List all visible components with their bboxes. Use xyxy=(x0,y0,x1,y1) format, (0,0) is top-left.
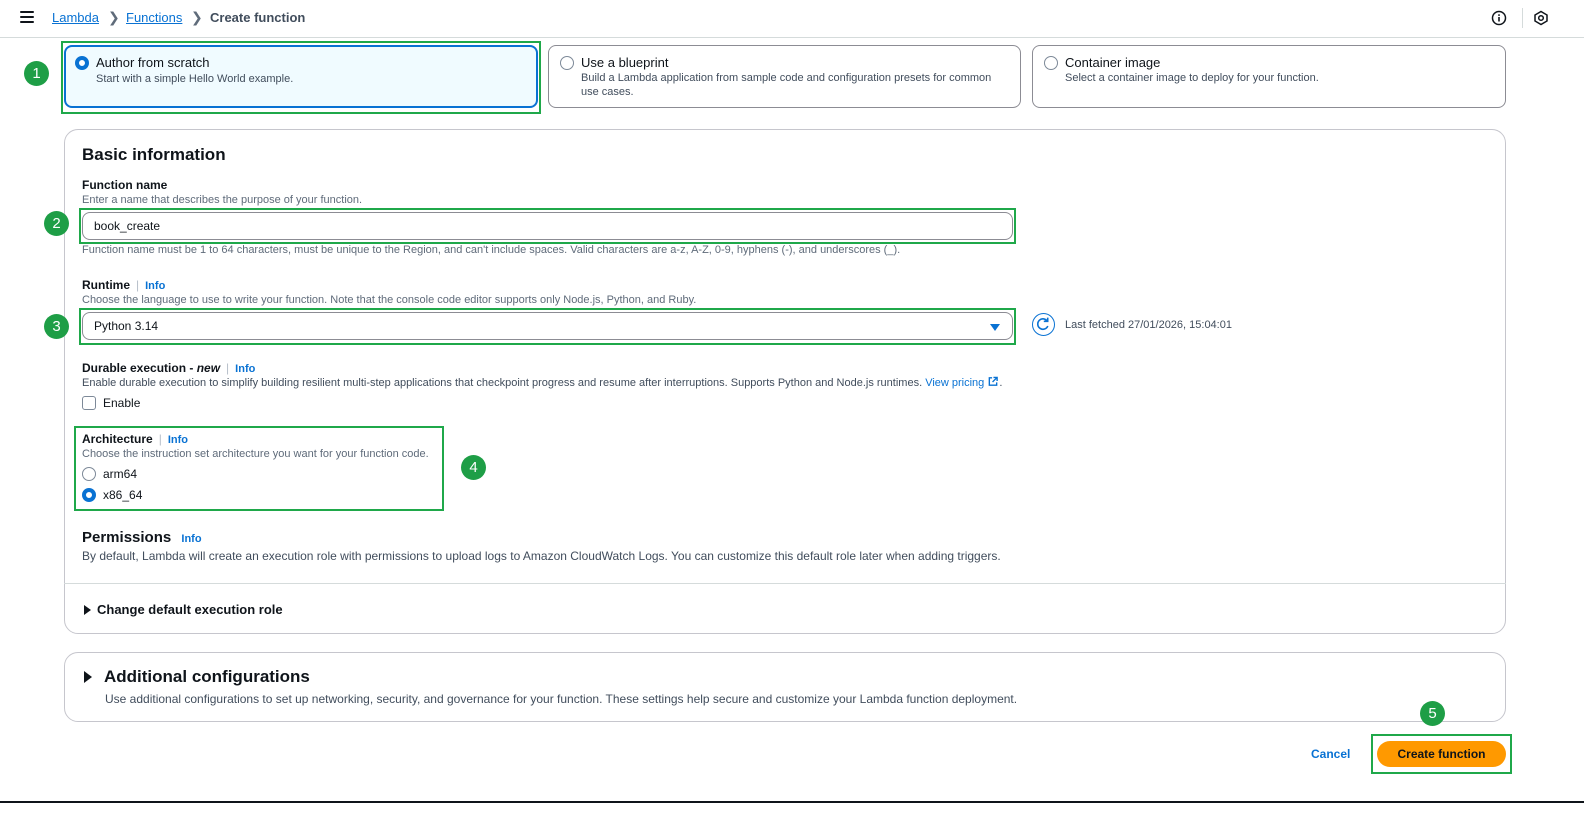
tile-use-a-blueprint[interactable]: Use a blueprint Build a Lambda applicati… xyxy=(548,45,1021,108)
durable-desc-row: Enable durable execution to simplify bui… xyxy=(82,376,1003,389)
step-badge: 5 xyxy=(1420,701,1445,726)
function-name-label: Function name xyxy=(82,178,168,192)
section-heading: Basic information xyxy=(82,145,226,164)
external-link-icon xyxy=(989,376,999,386)
divider xyxy=(64,583,1506,584)
durable-info-link[interactable]: Info xyxy=(235,363,255,375)
function-name-input[interactable]: book_create xyxy=(82,212,1013,240)
function-name-value: book_create xyxy=(94,219,161,233)
bottom-border xyxy=(0,801,1584,803)
permissions-desc: By default, Lambda will create an execut… xyxy=(82,549,1001,563)
additional-heading: Additional configurations xyxy=(104,667,310,686)
step-badge: 2 xyxy=(44,211,69,236)
divider xyxy=(1522,8,1523,28)
tile-author-from-scratch[interactable]: Author from scratch Start with a simple … xyxy=(64,45,538,108)
additional-configurations-panel xyxy=(64,652,1506,722)
breadcrumb-functions[interactable]: Functions xyxy=(126,10,182,25)
caret-right-icon xyxy=(84,604,91,615)
architecture-desc: Choose the instruction set architecture … xyxy=(82,448,429,460)
settings-icon[interactable] xyxy=(1533,10,1549,26)
breadcrumb-lambda[interactable]: Lambda xyxy=(52,10,99,25)
tile-container-image[interactable]: Container image Select a container image… xyxy=(1032,45,1506,108)
change-execution-role-label: Change default execution role xyxy=(97,602,283,617)
tile-radio[interactable] xyxy=(560,56,574,70)
architecture-info-link[interactable]: Info xyxy=(168,434,188,446)
runtime-info-link[interactable]: Info xyxy=(145,280,165,292)
chevron-right-icon: ❯ xyxy=(191,9,203,25)
tile-desc: Build a Lambda application from sample c… xyxy=(581,72,992,98)
chevron-right-icon: ❯ xyxy=(108,9,120,25)
x86-64-label: x86_64 xyxy=(103,488,143,502)
tile-desc: Start with a simple Hello World example. xyxy=(96,73,294,85)
step-badge: 3 xyxy=(44,314,69,339)
caret-right-icon xyxy=(84,671,92,683)
tile-title: Use a blueprint xyxy=(581,55,669,70)
step-badge: 4 xyxy=(461,455,486,480)
permissions-info-link[interactable]: Info xyxy=(181,533,201,545)
arm64-label: arm64 xyxy=(103,467,138,481)
tile-desc: Select a container image to deploy for y… xyxy=(1065,72,1319,84)
cancel-button[interactable]: Cancel xyxy=(1305,745,1356,763)
radio-x86-64[interactable] xyxy=(82,488,96,502)
additional-desc: Use additional configurations to set up … xyxy=(105,692,1018,706)
menu-icon[interactable] xyxy=(20,11,34,23)
durable-label: Durable execution - xyxy=(82,361,197,375)
last-fetched-text: Last fetched 27/01/2026, 15:04:01 xyxy=(1065,319,1232,331)
tile-title: Container image xyxy=(1065,55,1161,70)
refresh-icon xyxy=(1037,317,1049,331)
runtime-desc: Choose the language to use to write your… xyxy=(82,294,697,306)
top-navigation-bar: Lambda ❯ Functions ❯ Create function xyxy=(0,0,1584,38)
create-function-button[interactable]: Create function xyxy=(1377,741,1506,767)
info-icon[interactable] xyxy=(1491,10,1507,26)
permissions-label: Permissions xyxy=(82,529,172,546)
function-name-desc: Enter a name that describes the purpose … xyxy=(82,194,363,206)
refresh-runtimes-button[interactable] xyxy=(1032,313,1055,336)
permissions-label-row: Permissions Info xyxy=(82,529,202,546)
durable-label-row: Durable execution - new | Info xyxy=(82,361,256,375)
breadcrumb-current: Create function xyxy=(210,10,306,25)
tile-title: Author from scratch xyxy=(96,55,210,70)
change-execution-role-expander[interactable]: Change default execution role xyxy=(84,602,283,617)
radio-arm64[interactable] xyxy=(82,467,96,481)
durable-enable-label: Enable xyxy=(103,396,141,410)
runtime-label-row: Runtime | Info xyxy=(82,278,166,292)
architecture-label-row: Architecture | Info xyxy=(82,432,188,446)
new-tag: new xyxy=(196,361,221,375)
additional-configurations-expander[interactable]: Additional configurations xyxy=(84,667,310,687)
step-badge: 1 xyxy=(24,61,49,86)
tile-radio[interactable] xyxy=(75,56,89,70)
caret-down-icon xyxy=(990,324,1000,331)
function-name-hint: Function name must be 1 to 64 characters… xyxy=(82,244,901,256)
runtime-value: Python 3.14 xyxy=(94,319,159,333)
durable-desc: Enable durable execution to simplify bui… xyxy=(82,377,923,389)
runtime-label: Runtime xyxy=(82,278,130,292)
tile-radio[interactable] xyxy=(1044,56,1058,70)
durable-enable-checkbox[interactable] xyxy=(82,396,96,410)
architecture-label: Architecture xyxy=(82,432,153,446)
view-pricing-link[interactable]: View pricing xyxy=(925,377,984,389)
runtime-select[interactable]: Python 3.14 xyxy=(82,312,1013,340)
